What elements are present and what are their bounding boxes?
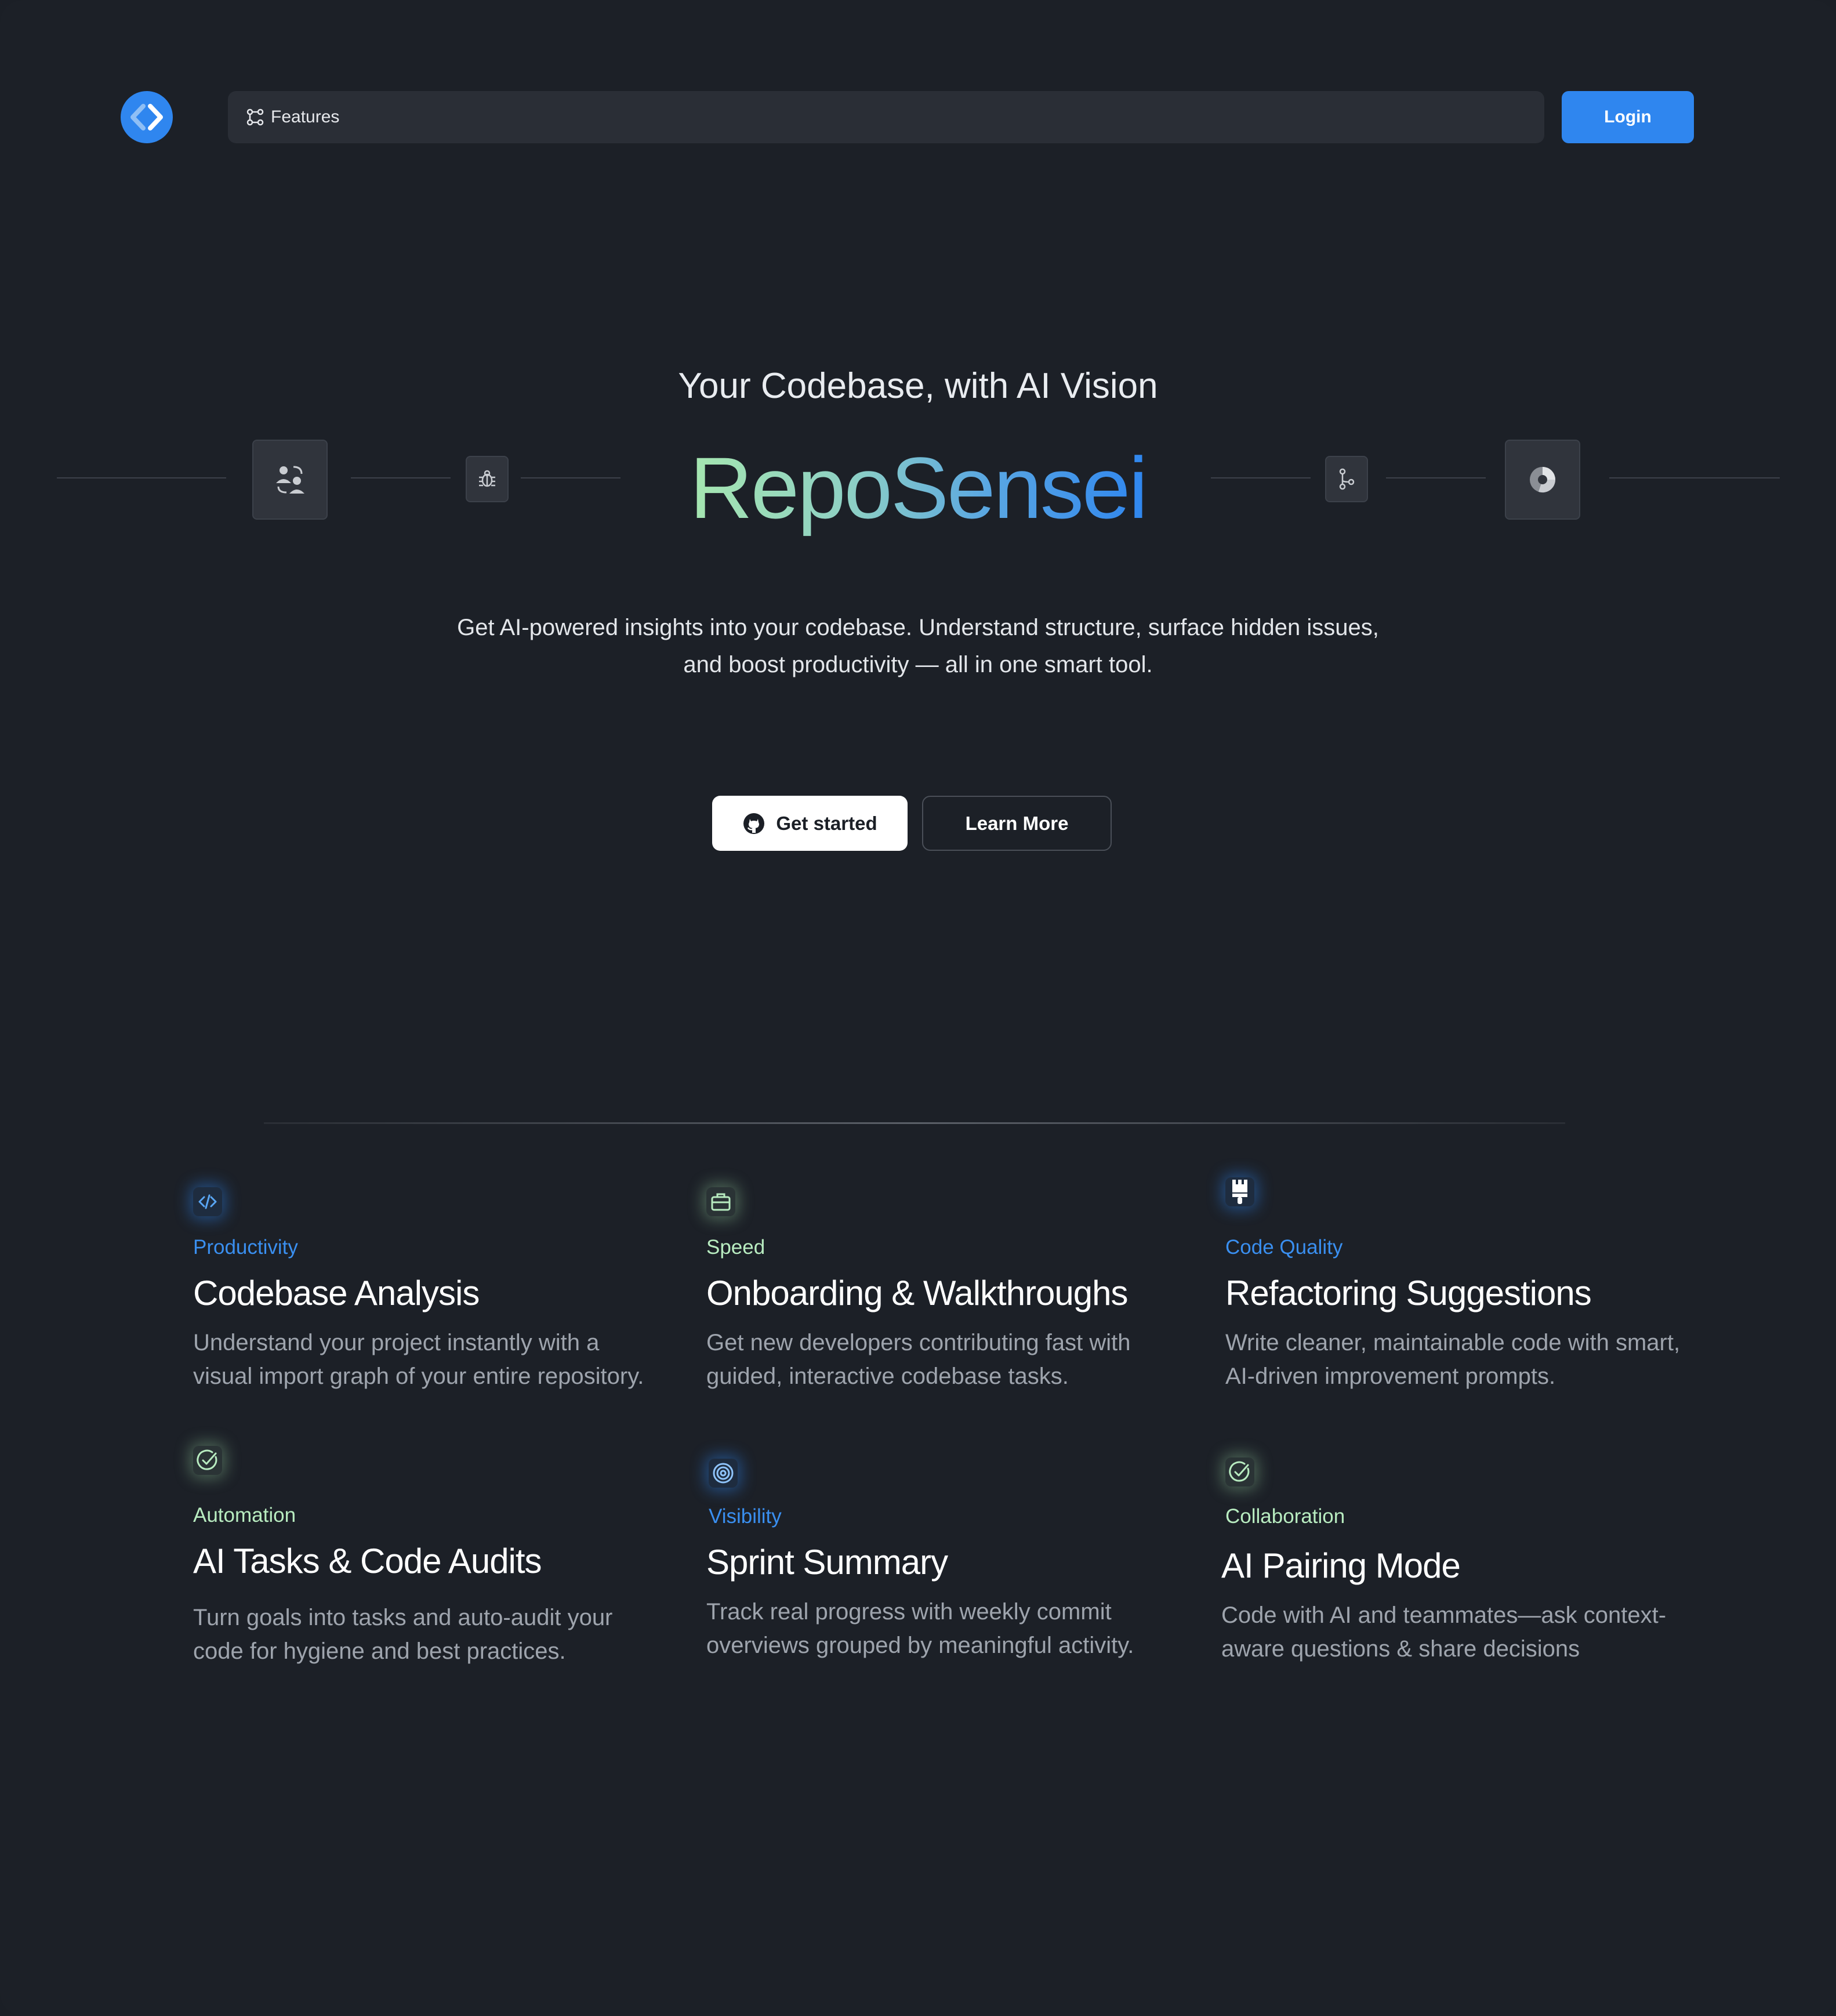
feature-category: Code Quality bbox=[1225, 1236, 1343, 1259]
top-navbar: Features bbox=[228, 91, 1544, 143]
feature-title: AI Pairing Mode bbox=[1221, 1546, 1461, 1585]
feature-description: Track real progress with weekly commit o… bbox=[706, 1599, 1134, 1658]
code-icon bbox=[198, 1194, 217, 1209]
target-icon bbox=[713, 1463, 734, 1484]
check-circle-icon bbox=[197, 1449, 217, 1470]
brand-name-text: RepoSensei bbox=[690, 439, 1148, 536]
graph-nodes-icon bbox=[246, 108, 264, 126]
git-branch-icon bbox=[1339, 468, 1355, 490]
section-divider bbox=[264, 1122, 1565, 1124]
get-started-button[interactable]: Get started bbox=[712, 796, 908, 851]
learn-more-button[interactable]: Learn More bbox=[922, 796, 1112, 851]
check-circle-icon bbox=[1229, 1461, 1250, 1482]
pie-chart-icon bbox=[1530, 467, 1556, 493]
page: Features Login Your Codebase, with AI Vi… bbox=[0, 0, 1836, 2016]
login-button[interactable]: Login bbox=[1562, 91, 1694, 143]
feature-category: Productivity bbox=[193, 1236, 298, 1259]
feature-card-ai-pairing: Collaboration AI Pairing Mode Code with … bbox=[1221, 1457, 1689, 1666]
feature-title: Refactoring Suggestions bbox=[1225, 1274, 1592, 1312]
briefcase-icon bbox=[711, 1193, 731, 1211]
feature-description: Understand your project instantly with a… bbox=[193, 1330, 644, 1389]
github-icon bbox=[743, 813, 765, 834]
feature-card-onboarding: Speed Onboarding & Walkthroughs Get new … bbox=[706, 1187, 1170, 1393]
feature-title: Sprint Summary bbox=[706, 1543, 948, 1582]
feature-category: Visibility bbox=[709, 1505, 782, 1528]
feature-icon-wrapper bbox=[1225, 1457, 1254, 1486]
feature-card-ai-tasks: Automation AI Tasks & Code Audits Turn g… bbox=[193, 1446, 657, 1668]
nav-item-features[interactable]: Features bbox=[246, 107, 339, 127]
hero-line-right-2 bbox=[1386, 477, 1486, 478]
feature-description: Code with AI and teammates—ask context-a… bbox=[1221, 1602, 1667, 1662]
app-logo[interactable] bbox=[121, 91, 173, 143]
feature-icon-wrapper bbox=[193, 1187, 222, 1216]
feature-icon-wrapper bbox=[1225, 1177, 1254, 1206]
feature-title: Onboarding & Walkthroughs bbox=[706, 1274, 1129, 1312]
hero-icon-box-git-branch bbox=[1325, 456, 1368, 502]
feature-description: Turn goals into tasks and auto-audit you… bbox=[193, 1605, 613, 1664]
hero-line-right-1 bbox=[1211, 477, 1311, 478]
hero-tagline: Your Codebase, with AI Vision bbox=[678, 366, 1158, 406]
learn-more-label: Learn More bbox=[965, 812, 1069, 834]
code-chevron-logo-icon bbox=[130, 104, 163, 130]
feature-card-refactoring: Code Quality Refactoring Suggestions Wri… bbox=[1225, 1177, 1689, 1393]
feature-icon-wrapper bbox=[709, 1459, 738, 1488]
feature-description: Write cleaner, maintainable code with sm… bbox=[1225, 1330, 1681, 1389]
nav-item-label: Features bbox=[271, 107, 340, 126]
feature-card-codebase-analysis: Productivity Codebase Analysis Understan… bbox=[193, 1187, 657, 1393]
feature-title: AI Tasks & Code Audits bbox=[193, 1542, 542, 1580]
paint-brush-icon bbox=[1232, 1180, 1247, 1204]
feature-category: Automation bbox=[193, 1504, 296, 1526]
feature-icon-wrapper bbox=[706, 1187, 735, 1216]
feature-category: Collaboration bbox=[1225, 1505, 1345, 1528]
feature-icon-wrapper bbox=[193, 1446, 222, 1475]
get-started-label: Get started bbox=[776, 812, 877, 834]
feature-card-sprint-summary: Visibility Sprint Summary Track real pro… bbox=[706, 1459, 1173, 1662]
hero-description: Get AI-powered insights into your codeba… bbox=[457, 615, 1379, 677]
hero-icon-box-pie-chart bbox=[1505, 440, 1580, 520]
feature-description: Get new developers contributing fast wit… bbox=[706, 1330, 1131, 1389]
feature-category: Speed bbox=[706, 1236, 765, 1259]
hero-line-right-3 bbox=[1609, 477, 1780, 478]
feature-title: Codebase Analysis bbox=[193, 1274, 480, 1312]
